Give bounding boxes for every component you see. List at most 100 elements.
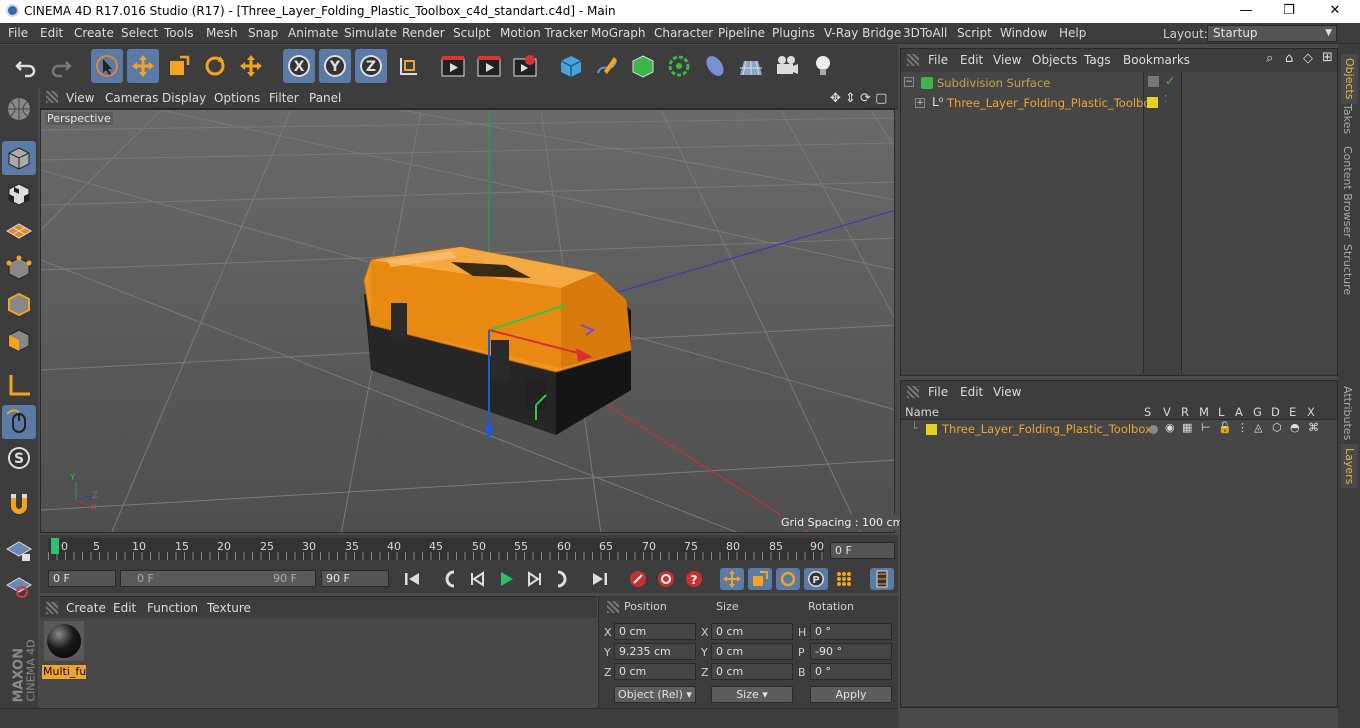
next-frame-button[interactable] xyxy=(522,568,546,590)
end-frame-field[interactable]: 90 F xyxy=(321,570,389,587)
menu-3dtoall[interactable]: 3DToAll xyxy=(903,26,947,40)
expression-icon[interactable]: ◓ xyxy=(1290,421,1300,434)
col-view[interactable]: V xyxy=(1163,405,1171,419)
key-position-button[interactable] xyxy=(720,568,744,590)
solo-toggle-icon[interactable] xyxy=(1149,425,1158,434)
floor-object-button[interactable] xyxy=(735,49,767,83)
size-x-field[interactable]: 0 cm xyxy=(711,623,793,640)
layers-menu-view[interactable]: View xyxy=(993,385,1021,399)
model-mode-button[interactable] xyxy=(2,141,36,175)
close-button[interactable]: ✕ xyxy=(1324,2,1346,20)
light-object-button[interactable] xyxy=(807,49,839,83)
objects-menu-objects[interactable]: Objects xyxy=(1032,53,1077,67)
menu-select[interactable]: Select xyxy=(121,26,158,40)
rot-b-field[interactable]: 0 ° xyxy=(810,663,892,680)
key-scale-button[interactable] xyxy=(748,568,772,590)
eye-icon[interactable]: ◉ xyxy=(1165,421,1175,434)
menu-script[interactable]: Script xyxy=(957,26,992,40)
apply-button[interactable]: Apply xyxy=(810,686,892,703)
menu-render[interactable]: Render xyxy=(402,26,445,40)
col-generators[interactable]: G xyxy=(1253,405,1262,419)
camera-object-button[interactable] xyxy=(771,49,803,83)
visibility-dots-icon[interactable]: ⁚ xyxy=(1164,94,1167,105)
material-menu-edit[interactable]: Edit xyxy=(113,601,136,615)
workplane-mode-button[interactable] xyxy=(2,213,36,247)
menu-simulate[interactable]: Simulate xyxy=(344,26,397,40)
objects-menu-tags[interactable]: Tags xyxy=(1084,53,1111,67)
cube-object-button[interactable] xyxy=(555,49,587,83)
z-axis-lock-button[interactable]: Z xyxy=(355,49,387,83)
viewport-menu-panel[interactable]: Panel xyxy=(309,91,341,105)
rotate-tool-button[interactable] xyxy=(199,49,231,83)
pos-z-field[interactable]: 0 cm xyxy=(614,663,696,680)
tab-objects[interactable]: Objects xyxy=(1341,54,1358,104)
generator-icon[interactable]: ◬ xyxy=(1254,421,1262,434)
menu-snap[interactable]: Snap xyxy=(248,26,278,40)
col-render[interactable]: R xyxy=(1181,405,1189,419)
viewport-menu-options[interactable]: Options xyxy=(214,91,260,105)
render-settings-button[interactable] xyxy=(509,49,541,83)
cloner-button[interactable] xyxy=(663,49,695,83)
go-to-start-button[interactable] xyxy=(400,568,424,590)
live-selection-button[interactable] xyxy=(91,49,123,83)
layers-menu-file[interactable]: File xyxy=(928,385,948,399)
back-icon[interactable]: ◇ xyxy=(1303,51,1313,66)
render-picture-viewer-button[interactable] xyxy=(473,49,505,83)
playhead[interactable] xyxy=(51,538,59,554)
workplane-lock-button[interactable] xyxy=(2,533,36,567)
objects-menu-file[interactable]: File xyxy=(928,53,948,67)
menu-motion-tracker[interactable]: Motion Tracker xyxy=(500,26,588,40)
layer-color-swatch[interactable] xyxy=(926,424,937,435)
new-window-icon[interactable]: ⊞ xyxy=(1322,50,1333,65)
menu-edit[interactable]: Edit xyxy=(40,26,63,40)
planar-workplane-button[interactable] xyxy=(2,569,36,603)
keyframe-selection-button[interactable]: ? xyxy=(682,568,706,590)
viewport-menu-cameras[interactable]: Cameras xyxy=(105,91,158,105)
autokey-button[interactable] xyxy=(654,568,678,590)
next-key-button[interactable] xyxy=(550,568,574,590)
enabled-check-icon[interactable]: ✓ xyxy=(1165,74,1175,88)
viewport-menu-view[interactable]: View xyxy=(66,91,94,105)
solo-mode-button[interactable]: S xyxy=(2,441,36,475)
timeline-window-button[interactable] xyxy=(870,568,894,590)
object-row[interactable]: − Subdivision Surface ✓ xyxy=(901,74,1337,92)
viewport-menu-filter[interactable]: Filter xyxy=(269,91,299,105)
layers-menu-edit[interactable]: Edit xyxy=(960,385,983,399)
objects-menu-bookmarks[interactable]: Bookmarks xyxy=(1123,53,1190,67)
collapse-icon[interactable]: − xyxy=(904,77,914,87)
pen-spline-button[interactable] xyxy=(591,49,623,83)
viewport-nav-icons[interactable]: ✥ ⇕ ⟳ ▢ xyxy=(830,91,887,106)
redo-button[interactable] xyxy=(45,49,77,83)
viewport-menu-display[interactable]: Display xyxy=(162,91,206,105)
objects-menu-edit[interactable]: Edit xyxy=(960,53,983,67)
pos-y-field[interactable]: 9.235 cm xyxy=(614,643,696,660)
menu-tools[interactable]: Tools xyxy=(164,26,194,40)
rot-p-field[interactable]: -90 ° xyxy=(810,643,892,660)
manager-icon[interactable]: ⊢ xyxy=(1201,421,1211,434)
frame-range-slider[interactable]: 0 F 90 F xyxy=(120,570,316,587)
previous-frame-button[interactable] xyxy=(466,568,490,590)
undo-button[interactable] xyxy=(10,49,42,83)
tweak-mode-button[interactable] xyxy=(2,405,36,439)
recent-tools-button[interactable] xyxy=(235,49,267,83)
maximize-button[interactable]: ❐ xyxy=(1278,2,1300,20)
texture-mode-button[interactable] xyxy=(2,177,36,211)
key-pla-button[interactable] xyxy=(832,568,856,590)
play-button[interactable] xyxy=(494,568,518,590)
render-view-button[interactable] xyxy=(437,49,469,83)
key-rotation-button[interactable] xyxy=(776,568,800,590)
menu-window[interactable]: Window xyxy=(1000,26,1047,40)
tab-structure[interactable]: Structure xyxy=(1341,244,1354,295)
menu-character[interactable]: Character xyxy=(654,26,713,40)
rot-h-field[interactable]: 0 ° xyxy=(810,623,892,640)
menu-file[interactable]: File xyxy=(8,26,28,40)
col-expressions[interactable]: E xyxy=(1289,405,1296,419)
coordinate-mode-select[interactable]: Object (Rel) ▾ xyxy=(614,686,696,703)
pos-x-field[interactable]: 0 cm xyxy=(614,623,696,640)
object-row[interactable]: + L⁰ Three_Layer_Folding_Plastic_Toolbox… xyxy=(901,94,1337,112)
material-menu-texture[interactable]: Texture xyxy=(207,601,251,615)
col-xref[interactable]: X xyxy=(1307,405,1315,419)
layer-row[interactable]: └ Three_Layer_Folding_Plastic_Toolbox ◉ … xyxy=(901,421,1337,438)
scale-tool-button[interactable] xyxy=(163,49,195,83)
make-editable-button[interactable] xyxy=(2,92,36,126)
